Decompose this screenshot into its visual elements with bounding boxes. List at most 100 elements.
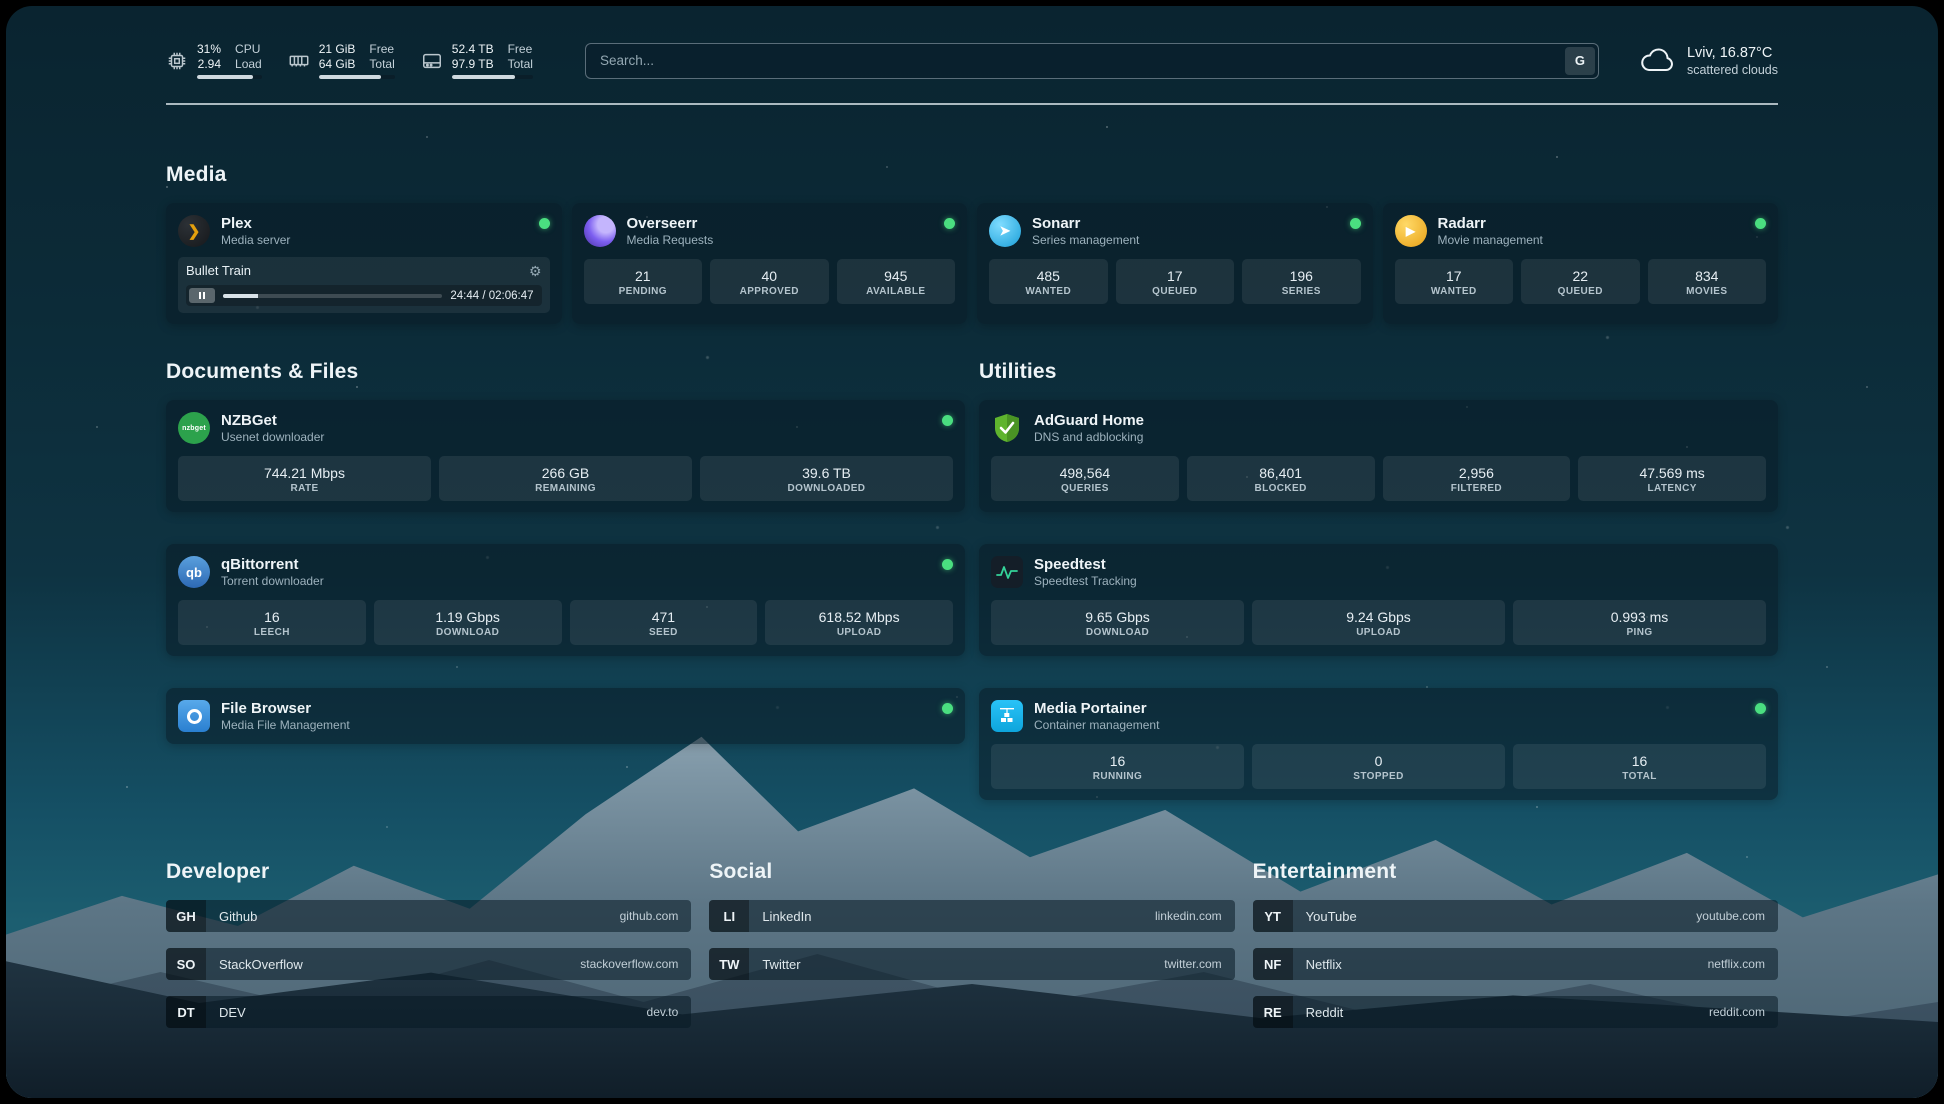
bookmark-name: DEV	[219, 1005, 246, 1020]
bookmark-linkedin[interactable]: LI LinkedIn linkedin.com	[709, 900, 1234, 932]
filebrowser-icon	[178, 700, 210, 732]
bookmark-abbr: NF	[1253, 948, 1293, 980]
qbittorrent-link[interactable]: qb qBittorrent Torrent downloader	[178, 555, 953, 589]
bookmark-twitter[interactable]: TW Twitter twitter.com	[709, 948, 1234, 980]
plex-link[interactable]: ❯ Plex Media server	[178, 214, 550, 248]
top-bar: 31% 2.94 CPU Load	[166, 42, 1778, 79]
service-name: Overseerr	[627, 214, 714, 233]
stat-box: 40 APPROVED	[710, 259, 829, 304]
weather-widget: Lviv, 16.87°C scattered clouds	[1639, 44, 1778, 78]
filebrowser-link[interactable]: File Browser Media File Management	[178, 699, 953, 733]
nzbget-link[interactable]: nzbget NZBGet Usenet downloader	[178, 411, 953, 445]
stat-label: DOWNLOAD	[995, 627, 1240, 638]
stat-box: 21 PENDING	[584, 259, 703, 304]
cpu-percent: 31%	[197, 42, 221, 57]
memory-total: 64 GiB	[319, 57, 356, 72]
disk-label-bottom: Total	[508, 57, 533, 72]
stat-box: 485 WANTED	[989, 259, 1108, 304]
overseerr-card: Overseerr Media Requests 21 PENDING 40 A…	[572, 203, 968, 324]
status-online-dot	[942, 703, 953, 714]
section-utilities: Utilities AdGuard Home DNS and adblockin…	[979, 360, 1778, 800]
stat-box: 9.65 Gbps DOWNLOAD	[991, 600, 1244, 645]
stat-value: 485	[993, 267, 1104, 285]
cpu-load: 2.94	[198, 57, 221, 72]
bookmark-reddit[interactable]: RE Reddit reddit.com	[1253, 996, 1778, 1028]
bookmark-url: github.com	[620, 909, 679, 923]
plex-now-playing: Bullet Train ⚙ 24:44 / 02:06:47	[178, 257, 550, 313]
stat-value: 744.21 Mbps	[182, 464, 427, 482]
stat-label: SEED	[574, 627, 754, 638]
stat-value: 39.6 TB	[704, 464, 949, 482]
speedtest-link[interactable]: Speedtest Speedtest Tracking	[991, 555, 1766, 589]
service-name: qBittorrent	[221, 555, 324, 574]
radarr-link[interactable]: ▶ Radarr Movie management	[1395, 214, 1767, 248]
sonarr-icon: ➤	[989, 215, 1021, 247]
stat-label: AVAILABLE	[841, 286, 952, 297]
qbittorrent-card: qb qBittorrent Torrent downloader 16 LEE…	[166, 544, 965, 656]
stat-label: DOWNLOAD	[378, 627, 558, 638]
stat-box: 945 AVAILABLE	[837, 259, 956, 304]
bookmark-youtube[interactable]: YT YouTube youtube.com	[1253, 900, 1778, 932]
pause-button[interactable]	[189, 288, 215, 303]
bookmark-stackoverflow[interactable]: SO StackOverflow stackoverflow.com	[166, 948, 691, 980]
service-name: Media Portainer	[1034, 699, 1159, 718]
stat-box: 16 LEECH	[178, 600, 366, 645]
memory-bar	[319, 75, 395, 79]
stat-value: 618.52 Mbps	[769, 608, 949, 626]
dashboard-window: 31% 2.94 CPU Load	[6, 6, 1938, 1098]
section-title-documents: Documents & Files	[166, 360, 965, 384]
stat-value: 196	[1246, 267, 1357, 285]
bookmark-github[interactable]: GH Github github.com	[166, 900, 691, 932]
status-online-dot	[944, 218, 955, 229]
bookmark-abbr: YT	[1253, 900, 1293, 932]
stat-box: 16 RUNNING	[991, 744, 1244, 789]
bookmark-dev[interactable]: DT DEV dev.to	[166, 996, 691, 1028]
bookmark-group-entertainment: Entertainment YT YouTube youtube.com NF …	[1253, 860, 1778, 1044]
stat-box: 471 SEED	[570, 600, 758, 645]
plex-progress-bar[interactable]: 24:44 / 02:06:47	[186, 285, 542, 306]
stat-box: 17 WANTED	[1395, 259, 1514, 304]
nzbget-card: nzbget NZBGet Usenet downloader 744.21 M…	[166, 400, 965, 512]
memory-widget: 21 GiB 64 GiB Free Total	[288, 42, 395, 79]
bookmark-name: YouTube	[1306, 909, 1357, 924]
gear-icon[interactable]: ⚙	[529, 264, 542, 278]
adguard-shield-icon	[991, 412, 1023, 444]
stat-box: 0 STOPPED	[1252, 744, 1505, 789]
overseerr-link[interactable]: Overseerr Media Requests	[584, 214, 956, 248]
stat-label: WANTED	[993, 286, 1104, 297]
stat-label: SERIES	[1246, 286, 1357, 297]
bookmark-url: dev.to	[647, 1005, 679, 1019]
adguard-link[interactable]: AdGuard Home DNS and adblocking	[991, 411, 1766, 445]
bookmark-netflix[interactable]: NF Netflix netflix.com	[1253, 948, 1778, 980]
stat-label: WANTED	[1399, 286, 1510, 297]
portainer-link[interactable]: Media Portainer Container management	[991, 699, 1766, 733]
stat-box: 834 MOVIES	[1648, 259, 1767, 304]
stat-value: 1.19 Gbps	[378, 608, 558, 626]
search-input[interactable]	[585, 43, 1599, 79]
stat-box: 498,564 QUERIES	[991, 456, 1179, 501]
now-playing-title: Bullet Train	[186, 263, 251, 278]
sonarr-link[interactable]: ➤ Sonarr Series management	[989, 214, 1361, 248]
search-bar: G	[585, 43, 1599, 79]
stat-value: 0	[1256, 752, 1501, 770]
stat-label: DOWNLOADED	[704, 483, 949, 494]
cpu-label-bottom: Load	[235, 57, 262, 72]
stat-label: BLOCKED	[1191, 483, 1371, 494]
service-description: Speedtest Tracking	[1034, 574, 1137, 589]
nzbget-icon: nzbget	[178, 412, 210, 444]
cpu-chip-icon	[166, 50, 188, 72]
plex-card: ❯ Plex Media server Bullet Train ⚙	[166, 203, 562, 324]
stat-label: QUEUED	[1525, 286, 1636, 297]
section-title-developer: Developer	[166, 860, 691, 884]
bookmark-abbr: TW	[709, 948, 749, 980]
disk-free: 52.4 TB	[452, 42, 494, 57]
disk-total: 97.9 TB	[452, 57, 494, 72]
bookmark-name: LinkedIn	[762, 909, 811, 924]
section-title-entertainment: Entertainment	[1253, 860, 1778, 884]
search-provider-button[interactable]: G	[1565, 47, 1595, 75]
stat-value: 266 GB	[443, 464, 688, 482]
memory-label-top: Free	[369, 42, 394, 57]
bookmark-name: Netflix	[1306, 957, 1342, 972]
stat-value: 471	[574, 608, 754, 626]
plex-icon: ❯	[178, 215, 210, 247]
